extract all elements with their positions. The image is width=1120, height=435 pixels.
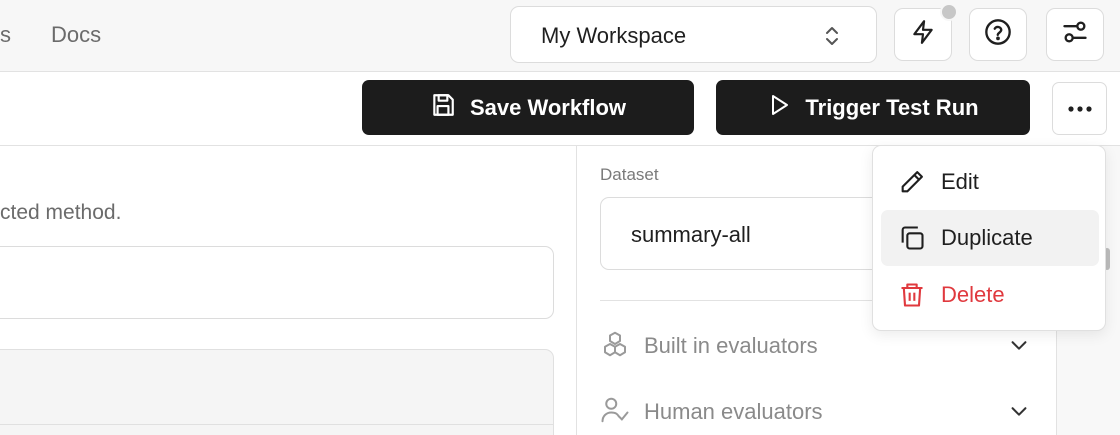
help-icon (984, 18, 1012, 51)
help-button[interactable] (969, 8, 1027, 61)
dataset-label: Dataset (600, 165, 659, 184)
human-evaluators-section[interactable]: Human evaluators (600, 392, 1030, 432)
chevron-up-down-icon (821, 24, 843, 53)
menu-item-delete[interactable]: Delete (881, 267, 1099, 323)
menu-item-label: Edit (941, 169, 979, 194)
save-icon (430, 92, 456, 124)
settings-sliders-icon (1061, 18, 1089, 51)
workspace-label: My Workspace (541, 23, 687, 48)
more-options-button[interactable] (1052, 82, 1107, 135)
pencil-icon (897, 168, 927, 196)
bolt-icon (910, 19, 936, 50)
menu-item-label: Duplicate (941, 225, 1033, 250)
workflow-toolbar: Save Workflow Trigger Test Run (0, 72, 1120, 146)
user-check-icon (600, 395, 630, 430)
method-helper-text: cted method. (0, 201, 122, 224)
human-evaluators-label: Human evaluators (644, 399, 823, 424)
menu-item-label: Delete (941, 282, 1005, 307)
nav-link-docs[interactable]: Docs (51, 22, 101, 48)
top-bar: s Docs My Workspace (0, 0, 1120, 72)
boxes-icon (600, 329, 630, 364)
divider (0, 424, 553, 425)
notification-dot (940, 3, 958, 21)
workspace-selector[interactable]: My Workspace (510, 6, 877, 63)
panel-divider (576, 146, 577, 435)
menu-item-duplicate[interactable]: Duplicate (881, 210, 1099, 266)
menu-item-edit[interactable]: Edit (881, 154, 1099, 210)
dataset-value: summary-all (631, 222, 751, 247)
trash-icon (897, 281, 927, 309)
chevron-down-icon (1008, 400, 1030, 427)
copy-icon (897, 224, 927, 252)
save-workflow-button[interactable]: Save Workflow (362, 80, 694, 135)
settings-button[interactable] (1046, 8, 1104, 61)
built-in-evaluators-label: Built in evaluators (644, 333, 818, 358)
trigger-test-run-label: Trigger Test Run (805, 94, 979, 120)
nav-link-partial[interactable]: s (0, 22, 11, 48)
code-area[interactable] (0, 349, 554, 435)
chevron-down-icon (1008, 334, 1030, 361)
save-workflow-label: Save Workflow (469, 94, 627, 120)
built-in-evaluators-section[interactable]: Built in evaluators (600, 326, 1030, 366)
more-horizontal-icon (1067, 100, 1093, 118)
play-icon (767, 92, 791, 124)
more-options-menu: Edit Duplicate Delete (872, 145, 1106, 331)
method-input[interactable] (0, 246, 554, 319)
trigger-test-run-button[interactable]: Trigger Test Run (716, 80, 1030, 135)
